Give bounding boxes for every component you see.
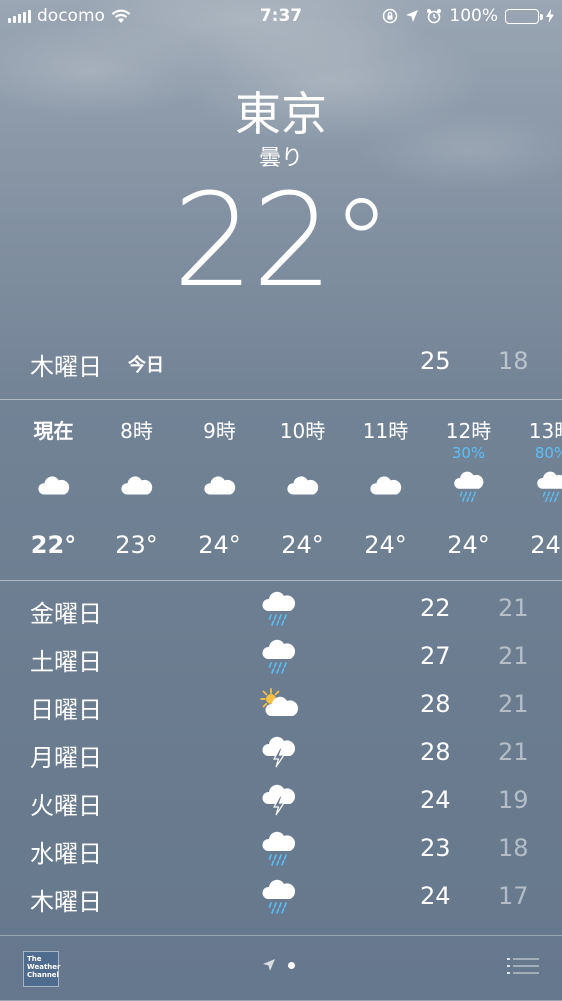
bottom-toolbar: The Weather Channel (0, 935, 562, 1001)
today-label: 今日 (128, 351, 164, 377)
status-right: 100% (382, 6, 554, 26)
daily-forecast-row: 水曜日 23 18 (0, 826, 562, 874)
hour-temperature: 24° (510, 531, 562, 559)
hour-label: 8時 (95, 415, 178, 444)
alarm-icon (426, 8, 442, 24)
rotation-lock-icon (382, 8, 398, 24)
thunderstorm-icon (258, 782, 300, 820)
list-icon[interactable] (507, 956, 539, 980)
day-high-temp: 23 (420, 834, 460, 862)
today-summary-row: 木曜日 今日 25 18 (0, 343, 562, 383)
day-name: 日曜日 (30, 690, 102, 725)
rain-cloud-icon (450, 470, 488, 504)
day-low-temp: 17 (498, 882, 538, 910)
cloud-icon (35, 470, 73, 504)
rain-cloud-icon (258, 638, 300, 676)
thunderstorm-icon (258, 734, 300, 772)
hourly-item: 11時 24° (344, 400, 427, 580)
hourly-forecast-scroller[interactable]: 現在22°8時23°9時24°10時24°11時24°12時30%24°13時8… (0, 400, 562, 580)
hour-label: 11時 (344, 415, 427, 444)
hour-temperature: 24° (427, 531, 510, 559)
daily-forecast-row: 金曜日 22 21 (0, 586, 562, 634)
hourly-item: 10時 24° (261, 400, 344, 580)
day-high-temp: 22 (420, 594, 460, 622)
hour-label: 10時 (261, 415, 344, 444)
precipitation-chance: 80% (510, 444, 562, 462)
hour-temperature: 24° (261, 531, 344, 559)
day-high-temp: 27 (420, 642, 460, 670)
rain-cloud-icon (533, 470, 562, 504)
cloud-icon (284, 470, 322, 504)
today-low-temp: 18 (498, 347, 538, 375)
battery-icon (505, 9, 539, 24)
day-name: 土曜日 (30, 642, 102, 677)
day-high-temp: 24 (420, 786, 460, 814)
day-low-temp: 21 (498, 690, 538, 718)
day-high-temp: 28 (420, 690, 460, 718)
hour-temperature: 22° (12, 531, 95, 559)
current-temp-value: 22 (173, 167, 332, 316)
today-high-temp: 25 (420, 347, 460, 375)
weather-channel-logo[interactable]: The Weather Channel (23, 951, 59, 987)
day-low-temp: 21 (498, 738, 538, 766)
rain-cloud-icon (258, 590, 300, 628)
partly-sunny-icon (258, 686, 300, 724)
daily-forecast-row: 木曜日 24 17 (0, 874, 562, 922)
hour-label: 9時 (178, 415, 261, 444)
cloud-icon (201, 470, 239, 504)
charging-bolt-icon (546, 9, 554, 23)
hour-label: 13時 (510, 415, 562, 444)
page-indicator[interactable] (262, 958, 295, 972)
hourly-item: 9時 24° (178, 400, 261, 580)
city-name: 東京 (0, 78, 562, 144)
hourly-item: 12時30% 24° (427, 400, 510, 580)
daily-forecast-list[interactable]: 金曜日 22 21 土曜日 27 21 日曜日 28 21 月曜日 28 21 火曜日 24 19 水曜日 23… (0, 586, 562, 922)
degree-symbol: ° (331, 175, 389, 314)
daily-forecast-row: 火曜日 24 19 (0, 778, 562, 826)
hourly-item: 13時80% 24° (510, 400, 562, 580)
location-arrow-icon (262, 958, 276, 972)
day-high-temp: 24 (420, 882, 460, 910)
current-temperature: 22° (0, 178, 562, 306)
daily-forecast-row: 日曜日 28 21 (0, 682, 562, 730)
location-arrow-icon (405, 9, 419, 23)
hourly-item: 現在 22° (12, 400, 95, 580)
day-low-temp: 18 (498, 834, 538, 862)
daily-forecast-row: 土曜日 27 21 (0, 634, 562, 682)
rain-cloud-icon (258, 878, 300, 916)
cloud-icon (118, 470, 156, 504)
day-name: 月曜日 (30, 738, 102, 773)
hour-label: 現在 (12, 415, 95, 444)
hour-temperature: 24° (178, 531, 261, 559)
daily-forecast-row: 月曜日 28 21 (0, 730, 562, 778)
precipitation-chance: 30% (427, 444, 510, 462)
hour-label: 12時 (427, 415, 510, 444)
divider-middle (0, 580, 562, 581)
page-dot-icon (288, 962, 295, 969)
day-name: 火曜日 (30, 786, 102, 821)
day-name: 金曜日 (30, 594, 102, 629)
cloud-icon (367, 470, 405, 504)
status-bar: docomo 7:37 100% (0, 0, 562, 32)
day-name: 水曜日 (30, 834, 102, 869)
hour-temperature: 23° (95, 531, 178, 559)
battery-percent: 100% (449, 6, 498, 26)
hour-temperature: 24° (344, 531, 427, 559)
day-low-temp: 19 (498, 786, 538, 814)
hourly-item: 8時 23° (95, 400, 178, 580)
rain-cloud-icon (258, 830, 300, 868)
day-high-temp: 28 (420, 738, 460, 766)
day-low-temp: 21 (498, 642, 538, 670)
day-low-temp: 21 (498, 594, 538, 622)
today-day-name: 木曜日 (30, 347, 102, 382)
day-name: 木曜日 (30, 882, 102, 917)
